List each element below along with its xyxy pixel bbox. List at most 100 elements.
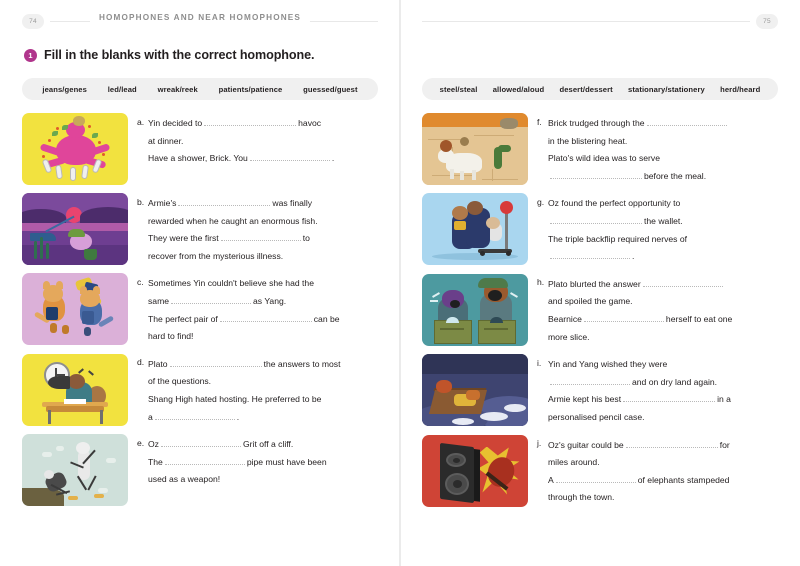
item-line: Yin decided to havoc xyxy=(148,117,322,128)
item-letter: d. xyxy=(137,357,145,368)
answer-blank[interactable] xyxy=(550,250,630,260)
mouse-fishing-at-sunset-illustration xyxy=(22,193,128,265)
item-line: same as Yang. xyxy=(148,295,287,306)
item-line: Plato's wild idea was to serve xyxy=(548,153,660,164)
exercise-item: c. Sometimes Yin couldn't believe she ha… xyxy=(22,273,378,346)
answer-blank[interactable] xyxy=(646,117,727,126)
right-running-head: 75 xyxy=(422,0,778,44)
word-bank-item: led/lead xyxy=(107,84,137,94)
item-line: Oz found the perfect opportunity to xyxy=(548,198,681,209)
item-letter: b. xyxy=(137,196,145,207)
item-line: The triple backflip required nerves of xyxy=(548,233,688,244)
word-bank-left: jeans/genes led/lead wreak/reek patients… xyxy=(22,78,378,100)
item-line: used as a weapon! xyxy=(148,474,221,485)
item-line: in the blistering heat. xyxy=(548,135,628,146)
item-line: Aof elephants stampeded xyxy=(548,474,730,485)
item-line: Armie's was finally xyxy=(148,197,313,208)
answer-blank[interactable] xyxy=(555,474,636,483)
answer-blank[interactable] xyxy=(550,170,642,179)
exercise-list-right: f. Brick trudged through the in the blis… xyxy=(422,113,778,507)
item-line: and spoiled the game. xyxy=(548,296,633,307)
word-bank-item: wreak/reek xyxy=(157,84,198,94)
word-bank-item: jeans/genes xyxy=(42,84,87,94)
item-line: Brick trudged through the xyxy=(548,115,778,133)
item-line: The perfect pair of can be xyxy=(148,313,340,324)
running-head-title: HOMOPHONES AND NEAR HOMOPHONES xyxy=(89,13,311,22)
item-line: recover from the mysterious illness. xyxy=(148,250,284,261)
answer-blank[interactable] xyxy=(219,313,312,322)
ostrich-pushing-off-cliff-illustration xyxy=(22,434,128,507)
item-lines: Oz's guitar could be for miles around. Ao… xyxy=(548,437,778,507)
item-letter: h. xyxy=(537,277,545,288)
exercise-item: i. Yin and Yang wished they were and on … xyxy=(422,354,778,427)
answer-blank[interactable] xyxy=(625,439,718,448)
item-line: . xyxy=(548,248,778,266)
running-head-rule-right xyxy=(422,21,750,22)
item-line: Shang High hated hosting. He preferred t… xyxy=(148,393,322,404)
item-line: Bearnice herself to eat one xyxy=(548,313,733,324)
item-letter: i. xyxy=(537,357,542,368)
answer-blank[interactable] xyxy=(642,278,723,287)
item-line: of the questions. xyxy=(148,376,212,387)
word-bank-item: allowed/aloud xyxy=(492,84,545,94)
item-lines: Yin decided to havoc at dinner. Have a sh… xyxy=(148,115,378,168)
item-lines: Sometimes Yin couldn't believe she had t… xyxy=(148,275,378,345)
answer-blank[interactable] xyxy=(169,358,262,367)
exercise-list-left: a. Yin decided to havoc at dinner. Have a… xyxy=(22,113,378,507)
item-line: rewarded when he caught an enormous fish… xyxy=(148,215,318,226)
exercise-item: d. Plato the answers to most of the quest… xyxy=(22,353,378,426)
item-letter: e. xyxy=(137,437,145,448)
answer-blank[interactable] xyxy=(550,215,642,224)
exercise-item: b. Armie's was finally rewarded when he c… xyxy=(22,193,378,265)
item-letter: f. xyxy=(537,116,542,127)
answer-blank[interactable] xyxy=(171,295,252,304)
answer-blank[interactable] xyxy=(178,197,271,206)
answer-blank[interactable] xyxy=(623,393,716,403)
item-line: the wallet. xyxy=(548,213,778,231)
answer-blank[interactable] xyxy=(154,411,235,420)
item-line: The pipe must have been xyxy=(148,456,327,467)
item-letter: a. xyxy=(137,116,145,127)
item-lines: Brick trudged through the in the blister… xyxy=(548,115,778,185)
item-line: through the town. xyxy=(548,492,615,503)
item-lines: Plato blurted the answer and spoiled the… xyxy=(548,276,778,346)
item-letter: j. xyxy=(537,438,542,448)
item-letter: c. xyxy=(137,276,144,287)
answer-blank[interactable] xyxy=(164,456,245,465)
item-line: and on dry land again. xyxy=(548,374,778,392)
question-number-marker: 1 xyxy=(24,48,37,62)
item-line: a. xyxy=(148,411,240,422)
two-cats-throwing-jeans-illustration xyxy=(22,273,128,346)
right-page: 75 1 steel/steal allowed/aloud desert/de… xyxy=(400,0,800,566)
answer-blank[interactable] xyxy=(249,152,330,162)
shipwreck-raft-at-sea-illustration xyxy=(422,354,528,427)
page-number-badge-right: 75 xyxy=(756,14,778,29)
page-number-badge-left: 74 xyxy=(22,14,44,29)
answer-blank[interactable] xyxy=(204,117,297,126)
characters-with-wallet-and-balloon-illustration xyxy=(422,193,528,266)
item-line: Armie kept his best in a xyxy=(548,393,731,405)
item-line: hard to find! xyxy=(148,331,194,342)
answer-blank[interactable] xyxy=(550,376,630,385)
item-lines: Oz found the perfect opportunity to the … xyxy=(548,195,778,265)
item-line: before the meal. xyxy=(548,168,778,186)
answer-blank[interactable] xyxy=(160,438,241,448)
loud-speaker-and-guitar-illustration xyxy=(422,434,528,507)
workbook-page-spread: 74 HOMOPHONES AND NEAR HOMOPHONES 1 Fill… xyxy=(0,0,800,566)
answer-blank[interactable] xyxy=(220,232,301,242)
item-letter: g. xyxy=(537,196,545,207)
word-bank-item: guessed/guest xyxy=(303,84,358,94)
item-lines: Yin and Yang wished they were and on dry… xyxy=(548,356,778,426)
item-line: Oz Grit off a cliff. xyxy=(148,438,294,450)
word-bank-item: desert/dessert xyxy=(559,84,613,94)
answer-blank[interactable] xyxy=(583,313,664,322)
word-bank-item: steel/steal xyxy=(439,84,478,94)
word-bank-item: patients/patience xyxy=(218,84,283,94)
item-line: They were the first to xyxy=(148,232,310,244)
desert-cow-and-cactus-illustration xyxy=(422,113,528,185)
exercise-item: h. Plato blurted the answer and spoiled … xyxy=(422,273,778,346)
item-lines: Oz Grit off a cliff. The pipe must have be… xyxy=(148,436,378,489)
instruction-text: Fill in the blanks with the correct homo… xyxy=(44,48,315,62)
item-line: more slice. xyxy=(548,331,590,342)
item-line: Oz's guitar could be for xyxy=(548,439,730,450)
